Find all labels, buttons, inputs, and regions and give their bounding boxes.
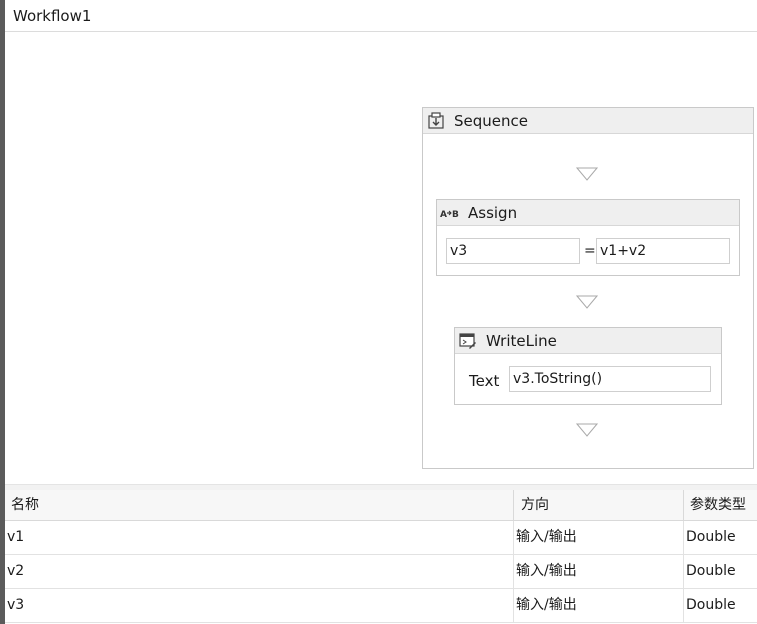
drop-target-arrow-icon[interactable] [576, 167, 598, 181]
cell-type[interactable]: Double [684, 589, 757, 622]
writeline-icon [459, 333, 476, 349]
sequence-icon [428, 112, 444, 129]
cell-name[interactable]: v1 [5, 521, 514, 554]
cell-direction[interactable]: 输入/输出 [514, 589, 684, 622]
writeline-activity[interactable]: WriteLine Text v3.ToString() [454, 327, 722, 405]
grid-header: 名称 方向 参数类型 [5, 490, 757, 521]
writeline-text-label: Text [469, 372, 500, 390]
designer-title-bar: Workflow1 [5, 0, 757, 32]
table-row[interactable]: v1 输入/输出 Double [5, 521, 757, 555]
assign-activity[interactable]: A B Assign v3 = v1+v2 [436, 199, 740, 276]
drop-target-arrow-icon[interactable] [576, 423, 598, 437]
svg-text:A: A [440, 210, 447, 220]
assign-operator: = [584, 243, 596, 259]
variables-grid: 名称 方向 参数类型 v1 输入/输出 Double v2 输入/输出 Doub… [5, 490, 757, 624]
cell-direction[interactable]: 输入/输出 [514, 555, 684, 588]
sequence-title: Sequence [454, 112, 528, 130]
svg-text:B: B [452, 210, 459, 220]
sequence-activity[interactable]: Sequence [422, 107, 754, 469]
column-header-direction[interactable]: 方向 [514, 490, 684, 520]
writeline-title: WriteLine [486, 332, 557, 350]
cell-type[interactable]: Double [684, 555, 757, 588]
drop-target-arrow-icon[interactable] [576, 295, 598, 309]
cell-name[interactable]: v3 [5, 589, 514, 622]
assign-to-input[interactable]: v3 [446, 238, 580, 264]
cell-name[interactable]: v2 [5, 555, 514, 588]
cell-type[interactable]: Double [684, 521, 757, 554]
assign-value-input[interactable]: v1+v2 [596, 238, 730, 264]
assign-icon: A B [440, 210, 459, 220]
writeline-header[interactable]: WriteLine [455, 328, 721, 354]
workflow-title: Workflow1 [13, 7, 92, 25]
table-row[interactable]: v2 输入/输出 Double [5, 555, 757, 589]
assign-header[interactable]: A B Assign [437, 200, 739, 226]
assign-title: Assign [468, 204, 518, 222]
column-header-type[interactable]: 参数类型 [684, 490, 757, 520]
writeline-text-input[interactable]: v3.ToString() [509, 366, 711, 392]
sequence-header[interactable]: Sequence [423, 108, 753, 134]
column-header-name[interactable]: 名称 [5, 490, 514, 520]
table-row[interactable]: v3 输入/输出 Double [5, 589, 757, 623]
cell-direction[interactable]: 输入/输出 [514, 521, 684, 554]
